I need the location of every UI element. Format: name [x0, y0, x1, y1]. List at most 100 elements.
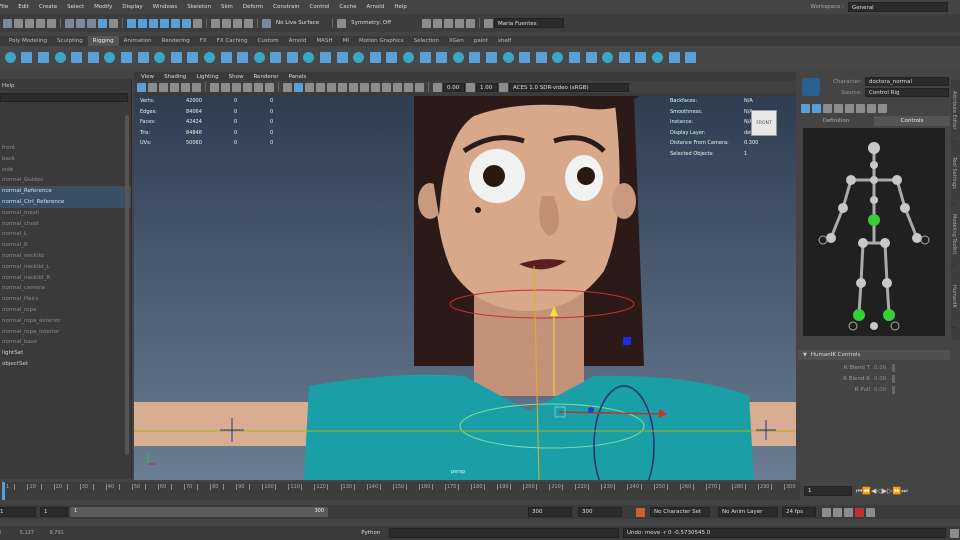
xray-joints-icon[interactable]	[404, 82, 413, 92]
shelf-tab-rendering[interactable]: Rendering	[157, 36, 195, 46]
menu-file[interactable]: File	[0, 4, 13, 10]
modeling-toolkit-icon[interactable]	[455, 18, 465, 28]
colorspace-select[interactable]: ACES 1.0 SDR-video (sRGB)	[509, 82, 629, 92]
hik-select-icon[interactable]	[812, 103, 821, 113]
image-plane-icon[interactable]	[170, 82, 179, 92]
menu-cache[interactable]: Cache	[334, 4, 361, 10]
shelf-tab-fx[interactable]: FX	[195, 36, 212, 46]
motion-blur-icon[interactable]	[371, 82, 380, 92]
shelf-quick-rig-icon[interactable]	[552, 51, 564, 63]
step-back-key-icon[interactable]: ⏪	[862, 487, 871, 495]
outliner-scrollbar[interactable]	[125, 115, 129, 455]
menu-control[interactable]: Control	[305, 4, 335, 10]
menu-display[interactable]: Display	[117, 4, 147, 10]
snap-grid-icon[interactable]	[127, 18, 136, 28]
select-object-icon[interactable]	[76, 18, 85, 28]
outliner-item[interactable]: normal_base	[0, 337, 131, 348]
humanik-control-slider[interactable]	[892, 385, 896, 394]
auto-key-icon[interactable]	[844, 507, 853, 517]
humanik-tab-controls[interactable]: Controls	[874, 116, 950, 126]
menu-create[interactable]: Create	[34, 4, 62, 10]
snap-view-plane-icon[interactable]	[171, 18, 180, 28]
redo-icon[interactable]	[47, 18, 56, 28]
ipr-render-icon[interactable]	[233, 18, 242, 28]
live-surface-label[interactable]: No Live Surface	[276, 20, 319, 26]
save-scene-icon[interactable]	[25, 18, 34, 28]
near-clip-field[interactable]: 0.00	[443, 82, 465, 92]
outliner-item[interactable]: normal_mesh	[0, 208, 131, 219]
camera-lock-icon[interactable]	[415, 82, 424, 92]
render-settings-icon[interactable]	[244, 18, 253, 28]
go-to-end-icon[interactable]: ⏭	[901, 487, 907, 496]
anim-prefs-icon[interactable]	[866, 507, 875, 517]
character-set-select[interactable]: No Character Set	[650, 507, 710, 517]
xray-icon[interactable]	[422, 18, 432, 28]
symmetry-select[interactable]: Symmetry: Off	[351, 20, 391, 26]
shelf-tab-rigging[interactable]: Rigging	[87, 36, 119, 46]
undo-icon[interactable]	[36, 18, 45, 28]
default-material-icon[interactable]	[305, 82, 314, 92]
shelf-tab-mash[interactable]: MASH	[311, 36, 337, 46]
shelf-ik-handle-icon[interactable]	[21, 51, 33, 63]
source-select[interactable]: Control Rig	[865, 88, 949, 97]
magnet-icon[interactable]	[262, 18, 271, 28]
scene-view[interactable]: Verts: 42000 0 0 Edges: 84064 0 0 Faces: 42424 0 0 T…	[134, 96, 796, 480]
humanik-figure[interactable]	[803, 128, 945, 336]
bookmarks-icon[interactable]	[159, 82, 168, 92]
outliner-toggle-icon[interactable]	[433, 18, 443, 28]
menu-skin[interactable]: Skin	[216, 4, 238, 10]
resolution-gate-icon[interactable]	[232, 82, 241, 92]
shelf-scale-constraint-icon[interactable]	[452, 51, 464, 63]
make-live-icon[interactable]	[182, 18, 191, 28]
viewport-panel[interactable]: View Shading Lighting Show Renderer Panels 0.…	[134, 72, 796, 480]
use-lights-icon[interactable]	[338, 82, 347, 92]
shelf-tab-selection[interactable]: Selection	[409, 36, 444, 46]
shelf-interactive-bind-icon[interactable]	[220, 51, 232, 63]
safe-action-icon[interactable]	[265, 82, 274, 92]
shelf-orient-constraint-icon[interactable]	[419, 51, 431, 63]
shelf-normal-constraint-icon[interactable]	[502, 51, 514, 63]
field-chart-icon[interactable]	[254, 82, 263, 92]
script-editor-icon[interactable]	[950, 528, 959, 538]
select-component-icon[interactable]	[87, 18, 96, 28]
shelf-point-constraint-icon[interactable]	[386, 51, 398, 63]
outliner-help-menu[interactable]: Help	[2, 83, 15, 89]
shelf-node-editor-icon[interactable]	[585, 51, 597, 63]
outliner-item[interactable]: normal_Reference	[0, 186, 131, 197]
shelf-reroot-icon[interactable]	[154, 51, 166, 63]
textured-icon[interactable]	[327, 82, 336, 92]
outliner-item[interactable]: front	[0, 143, 131, 154]
humanik-control-value[interactable]: 0.00	[874, 376, 886, 382]
side-tab-attribute-editor[interactable]: Attribute Editor	[951, 80, 957, 142]
hik-stance-icon[interactable]	[878, 103, 887, 113]
shelf-orient-joint-icon[interactable]	[71, 51, 83, 63]
script-language-button[interactable]: Python	[361, 530, 381, 536]
viewport-menu-show[interactable]: Show	[224, 74, 249, 80]
range-end-field[interactable]: 300	[578, 507, 622, 517]
shelf-tab-poly-modeling[interactable]: Poly Modeling	[4, 36, 52, 46]
hik-pin-rotate-icon[interactable]	[867, 103, 876, 113]
select-by-type-icon[interactable]	[98, 18, 107, 28]
shelf-center-pivot-icon[interactable]	[651, 51, 663, 63]
outliner-item[interactable]: objectSet	[0, 359, 131, 370]
shelf-connect-joint-icon[interactable]	[120, 51, 132, 63]
humanik-control-slider[interactable]	[892, 374, 896, 383]
viewport-menu-renderer[interactable]: Renderer	[248, 74, 283, 80]
isolate-select-icon[interactable]	[393, 82, 402, 92]
humanik-tab-definition[interactable]: Definition	[798, 116, 874, 126]
outliner-item[interactable]: normal_ropa_interior	[0, 327, 131, 338]
shelf-humanik-icon[interactable]	[535, 51, 547, 63]
shelf-tab-sculpting[interactable]: Sculpting	[52, 36, 88, 46]
outliner-item[interactable]: normal_necklid	[0, 251, 131, 262]
shelf-hypergraph-icon[interactable]	[602, 51, 614, 63]
shelf-insert-joint-icon[interactable]	[87, 51, 99, 63]
outliner-item[interactable]: side	[0, 165, 131, 176]
viewport-menu-lighting[interactable]: Lighting	[191, 74, 223, 80]
shelf-set-driven-key-icon[interactable]	[568, 51, 580, 63]
outliner-item[interactable]: normal_L	[0, 229, 131, 240]
menu-windows[interactable]: Windows	[148, 4, 183, 10]
select-hierarchy-icon[interactable]	[65, 18, 74, 28]
menu-skeleton[interactable]: Skeleton	[182, 4, 216, 10]
step-forward-key-icon[interactable]: ⏩	[893, 487, 902, 495]
smooth-shade-icon[interactable]	[294, 82, 303, 92]
